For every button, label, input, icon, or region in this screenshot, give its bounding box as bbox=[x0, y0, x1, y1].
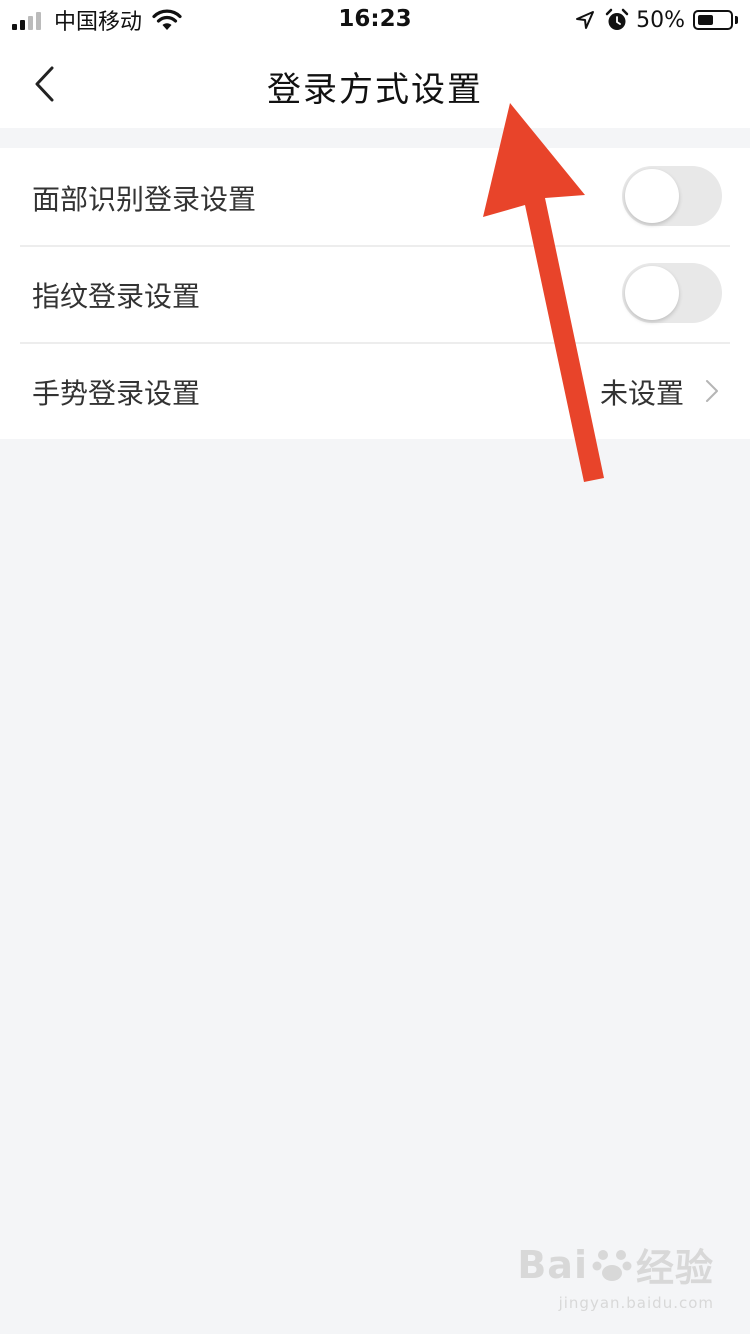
gesture-login-label: 手势登录设置 bbox=[32, 377, 201, 410]
nav-bar: 登录方式设置 bbox=[0, 40, 750, 128]
chevron-right-icon bbox=[706, 380, 718, 402]
battery-level-fill bbox=[698, 15, 713, 25]
face-id-login-toggle[interactable] bbox=[622, 166, 722, 226]
fingerprint-login-toggle[interactable] bbox=[622, 263, 722, 323]
face-id-login-label: 面部识别登录设置 bbox=[32, 183, 257, 216]
status-right: 50% bbox=[574, 6, 738, 34]
fingerprint-login-row[interactable]: 指纹登录设置 bbox=[0, 245, 750, 342]
watermark-url: jingyan.baidu.com bbox=[558, 1294, 714, 1312]
page-title: 登录方式设置 bbox=[267, 70, 483, 110]
settings-list: 面部识别登录设置 指纹登录设置 手势登录设置 未设置 bbox=[0, 148, 750, 439]
watermark-logo: Bai 经验 bbox=[517, 1242, 714, 1291]
battery-percent: 50% bbox=[636, 7, 685, 33]
fingerprint-login-label: 指纹登录设置 bbox=[32, 280, 201, 313]
battery-tip bbox=[735, 16, 738, 24]
face-id-login-row[interactable]: 面部识别登录设置 bbox=[0, 148, 750, 245]
battery-icon bbox=[693, 10, 733, 30]
baidu-jingyan-watermark: Bai 经验 jingyan.baidu.com bbox=[517, 1237, 714, 1313]
alarm-clock-icon bbox=[605, 8, 629, 30]
gesture-login-status: 未设置 bbox=[599, 377, 684, 410]
status-bar: 中国移动 16:23 50% bbox=[0, 0, 750, 40]
location-arrow-icon bbox=[576, 11, 595, 29]
paw-icon bbox=[592, 1249, 632, 1281]
toggle-knob bbox=[625, 266, 679, 320]
toggle-knob bbox=[625, 169, 679, 223]
gesture-login-row[interactable]: 手势登录设置 未设置 bbox=[0, 342, 750, 439]
